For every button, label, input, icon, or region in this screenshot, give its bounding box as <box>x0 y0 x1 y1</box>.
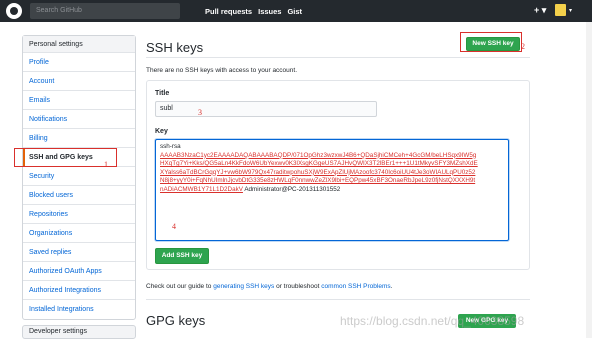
avatar[interactable] <box>555 4 566 16</box>
watermark: https://blog.csdn.net/qq_40638598 <box>340 314 525 328</box>
sidebar-developer-settings-header: Developer settings <box>22 325 136 339</box>
sidebar-item-emails[interactable]: Emails <box>23 91 135 110</box>
guide-prefix: Check out our guide to <box>146 283 214 290</box>
settings-sidebar: Personal settings Profile Account Emails… <box>22 35 136 320</box>
key-comment: Administrator@PC-201311301552 <box>244 185 341 193</box>
generating-ssh-keys-link[interactable]: generating SSH keys <box>213 283 274 290</box>
sidebar-item-profile[interactable]: Profile <box>23 53 135 72</box>
sidebar-item-saved-replies[interactable]: Saved replies <box>23 243 135 262</box>
nav-issues[interactable]: Issues <box>258 7 281 16</box>
no-keys-message: There are no SSH keys with access to you… <box>146 67 298 74</box>
sidebar-item-organizations[interactable]: Organizations <box>23 224 135 243</box>
gpg-keys-title: GPG keys <box>146 313 206 328</box>
sidebar-header: Personal settings <box>23 36 135 53</box>
github-logo-icon[interactable] <box>6 3 22 19</box>
key-line-last: nADiACMWB1Y71L1D2DakV Administrator@PC-2… <box>160 186 504 195</box>
key-textarea[interactable]: ssh-rsa AAAAB3NzaC1yc2EAAAADAQABAAABAQDP… <box>155 139 509 241</box>
sidebar-item-notifications[interactable]: Notifications <box>23 110 135 129</box>
sidebar-item-repositories[interactable]: Repositories <box>23 205 135 224</box>
add-ssh-key-button[interactable]: Add SSH key <box>155 248 209 264</box>
key-line: AAAAB3NzaC1yc2EAAAADAQABAAABAQDP/071OpGh… <box>160 151 477 159</box>
key-line: N8j8+yyY0i+FqNhUImlnJjcvbDtG335e8zHWLqF0… <box>160 177 476 185</box>
annotation-box-1 <box>14 148 117 167</box>
sidebar-item-installed-integrations[interactable]: Installed Integrations <box>23 300 135 319</box>
guide-mid: or troubleshoot <box>274 283 322 290</box>
sidebar-item-security[interactable]: Security <box>23 167 135 186</box>
nav-pull-requests[interactable]: Pull requests <box>205 7 252 16</box>
sidebar-item-authorized-integrations[interactable]: Authorized Integrations <box>23 281 135 300</box>
key-line: ssh-rsa <box>160 143 181 150</box>
section-divider <box>146 299 530 300</box>
scrollbar[interactable] <box>586 22 592 338</box>
search-input[interactable]: Search GitHub <box>30 3 180 19</box>
key-line: XYalss6aTdBCrGqqYJ+vw6bW979Qx47raditwpoh… <box>160 168 476 176</box>
annotation-number-4: 4 <box>172 222 176 231</box>
nav-gist[interactable]: Gist <box>287 7 302 16</box>
annotation-number-2: 2 <box>521 42 525 51</box>
title-label: Title <box>155 90 170 97</box>
annotation-number-3: 3 <box>198 108 202 117</box>
key-line: HXqTg7Yi+Kks/QG5aLn4KkFdoW6UbYexwv0K3lXs… <box>160 160 478 168</box>
top-nav: Pull requests Issues Gist <box>205 0 302 22</box>
common-ssh-problems-link[interactable]: common SSH Problems <box>321 283 390 290</box>
sidebar-item-authorized-oauth-apps[interactable]: Authorized OAuth Apps <box>23 262 135 281</box>
annotation-number-1: 1 <box>104 160 108 169</box>
sidebar-item-billing[interactable]: Billing <box>23 129 135 148</box>
sidebar-item-account[interactable]: Account <box>23 72 135 91</box>
title-input[interactable]: subl <box>155 101 377 117</box>
key-label: Key <box>155 128 168 135</box>
key-tail: nADiACMWB1Y71L1D2DakV <box>160 185 243 193</box>
guide-suffix: . <box>390 283 393 290</box>
sidebar-item-blocked-users[interactable]: Blocked users <box>23 186 135 205</box>
chevron-down-icon[interactable]: ▾ <box>569 7 572 14</box>
ssh-keys-title: SSH keys <box>146 40 204 55</box>
guide-text: Check out our guide to generating SSH ke… <box>146 283 392 290</box>
annotation-box-2 <box>460 32 522 52</box>
title-divider <box>146 57 530 58</box>
create-new-menu[interactable]: + ▾ <box>534 5 546 16</box>
